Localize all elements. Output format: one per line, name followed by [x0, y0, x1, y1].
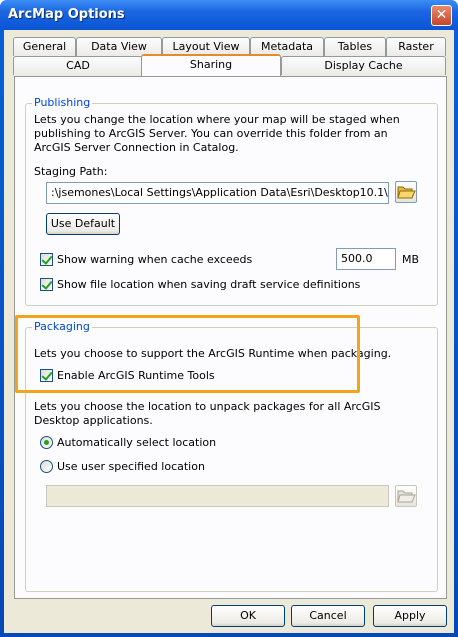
apply-button[interactable]: Apply [373, 605, 447, 627]
auto-location-label: Automatically select location [57, 436, 217, 449]
publishing-groupbox: Publishing Lets you change the location … [25, 96, 438, 306]
enable-runtime-checkbox[interactable] [40, 369, 53, 382]
user-location-label: Use user specified location [57, 460, 205, 473]
ok-button[interactable]: OK [211, 605, 285, 627]
tab-display-cache[interactable]: Display Cache [281, 56, 446, 75]
use-default-button[interactable]: Use Default [46, 213, 120, 235]
user-location-radio[interactable] [40, 460, 53, 473]
close-icon: ✕ [435, 7, 448, 23]
show-warning-label: Show warning when cache exceeds [57, 253, 253, 266]
tab-sharing[interactable]: Sharing [141, 54, 281, 76]
publishing-legend: Publishing [32, 96, 93, 109]
unpack-description: Lets you choose the location to unpack p… [34, 400, 381, 427]
cancel-button[interactable]: Cancel [291, 605, 365, 627]
browse-staging-button[interactable] [395, 181, 417, 203]
staging-path-input[interactable]: :\jsemones\Local Settings\Application Da… [46, 182, 389, 204]
staging-path-label: Staging Path: [34, 165, 108, 178]
dialog-client: General Data View Layout View Metadata T… [4, 30, 454, 633]
auto-location-radio[interactable] [40, 436, 53, 449]
cache-unit-label: MB [402, 253, 420, 266]
show-file-location-label: Show file location when saving draft ser… [57, 278, 361, 291]
sharing-tab-panel: Publishing Lets you change the location … [14, 76, 447, 599]
close-button[interactable]: ✕ [431, 5, 452, 26]
tab-general[interactable]: General [13, 37, 76, 56]
cache-size-input[interactable]: 500.0 [336, 248, 396, 270]
folder-open-icon [397, 186, 416, 199]
tab-raster[interactable]: Raster [386, 37, 446, 56]
show-warning-checkbox[interactable] [40, 253, 53, 266]
tab-cad[interactable]: CAD [13, 56, 143, 75]
window-title: ArcMap Options [8, 7, 125, 22]
packaging-legend: Packaging [32, 320, 92, 333]
enable-runtime-label: Enable ArcGIS Runtime Tools [57, 369, 215, 382]
browse-unpack-button[interactable] [395, 485, 417, 507]
unpack-path-input[interactable] [46, 485, 389, 507]
publishing-description: Lets you change the location where your … [34, 113, 400, 154]
runtime-description: Lets you choose to support the ArcGIS Ru… [34, 347, 392, 360]
packaging-groupbox: Packaging Lets you choose to support the… [25, 320, 438, 592]
title-bar[interactable]: ArcMap Options ✕ [0, 0, 458, 30]
folder-open-disabled-icon [397, 490, 416, 503]
show-file-location-checkbox[interactable] [40, 278, 53, 291]
dialog-window: ArcMap Options ✕ General Data View Layou… [0, 0, 458, 637]
tab-tables[interactable]: Tables [324, 37, 386, 56]
